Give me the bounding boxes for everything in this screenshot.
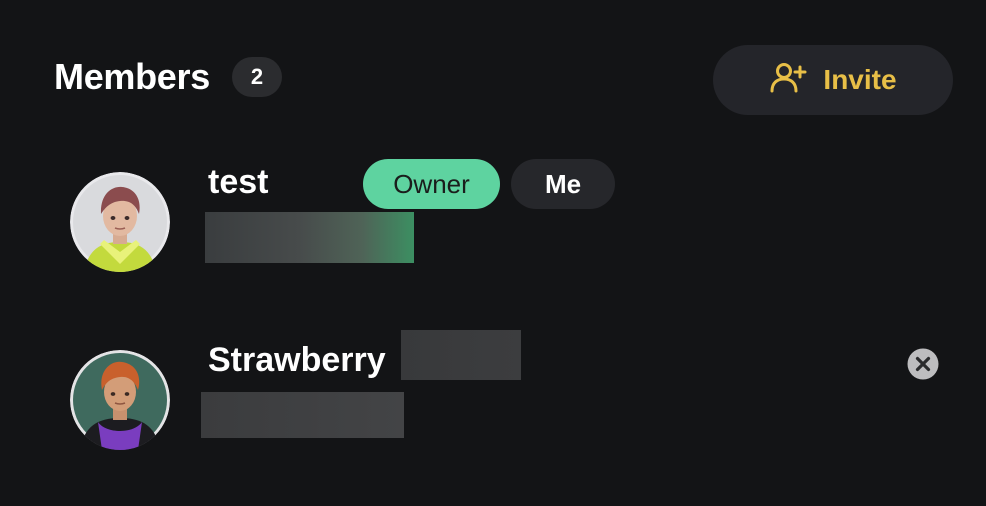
- member-name: Strawberry: [208, 341, 386, 379]
- redacted-detail: [205, 212, 414, 263]
- member-name: test: [208, 163, 269, 201]
- redacted-detail: [201, 392, 404, 438]
- add-user-icon: [769, 58, 809, 103]
- avatar: [70, 172, 170, 272]
- invite-label: Invite: [823, 64, 897, 95]
- me-badge: Me: [511, 159, 615, 209]
- members-header: Members 2: [54, 56, 282, 98]
- member-count-badge: 2: [231, 57, 282, 97]
- page-title: Members: [54, 56, 210, 97]
- invite-button[interactable]: Invite: [713, 45, 953, 115]
- remove-member-button[interactable]: [907, 348, 939, 380]
- owner-badge: Owner: [363, 159, 500, 209]
- remove-icon: [907, 348, 939, 384]
- redacted-name-suffix: [401, 330, 521, 380]
- avatar: [70, 350, 170, 450]
